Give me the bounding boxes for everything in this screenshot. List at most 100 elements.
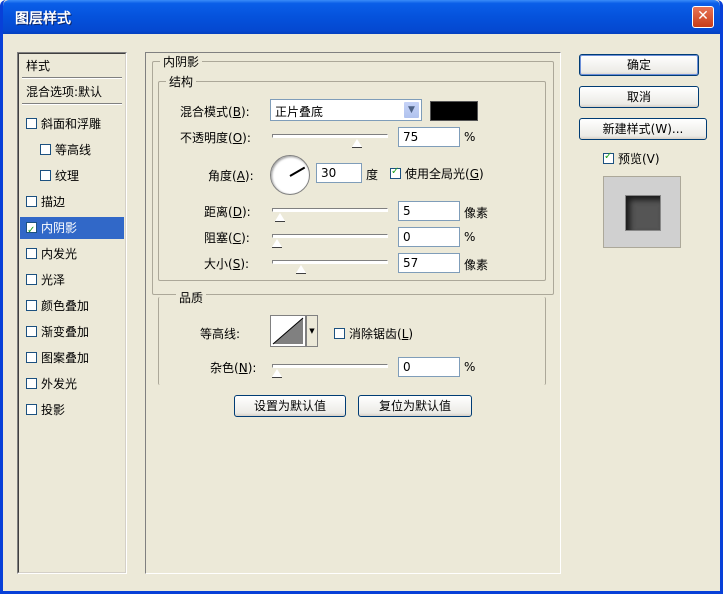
angle-dial[interactable] bbox=[270, 155, 310, 195]
size-unit: 像素 bbox=[464, 258, 489, 272]
style-item-label: 图案叠加 bbox=[41, 351, 90, 365]
opacity-slider-thumb[interactable] bbox=[351, 139, 362, 148]
style-item[interactable]: 渐变叠加 bbox=[20, 321, 124, 343]
contour-label-text: 等高线 bbox=[200, 327, 237, 341]
opacity-key: O bbox=[232, 131, 243, 145]
layer-style-dialog: 图层样式 ✕ 样式 混合选项:默认 斜面和浮雕等高线纹理描边内阴影内发光光泽颜色… bbox=[0, 0, 723, 594]
style-item-checkbox[interactable] bbox=[26, 118, 37, 129]
style-item-checkbox[interactable] bbox=[26, 326, 37, 337]
opacity-label: 不透明度(O): bbox=[180, 131, 251, 145]
preview-option[interactable]: 预览(V) bbox=[603, 150, 660, 167]
blend-options-item[interactable]: 混合选项:默认 bbox=[26, 83, 102, 100]
chevron-down-icon[interactable]: ▼ bbox=[403, 101, 420, 119]
cancel-button[interactable]: 取消 bbox=[579, 86, 699, 108]
style-item-checkbox[interactable] bbox=[26, 404, 37, 415]
style-item[interactable]: 等高线 bbox=[20, 139, 124, 161]
style-item-label: 光泽 bbox=[41, 273, 66, 287]
new-style-button[interactable]: 新建样式(W)... bbox=[579, 118, 707, 140]
size-input[interactable]: 57 bbox=[398, 253, 460, 273]
antialias-checkbox[interactable] bbox=[334, 328, 345, 339]
choke-slider-thumb[interactable] bbox=[272, 239, 282, 248]
close-button[interactable]: ✕ bbox=[692, 6, 714, 28]
choke-key: C bbox=[232, 231, 242, 245]
style-item-checkbox[interactable] bbox=[40, 144, 51, 155]
noise-slider-thumb[interactable] bbox=[272, 369, 282, 378]
style-item-checkbox[interactable] bbox=[26, 378, 37, 389]
style-item-label: 描边 bbox=[41, 195, 66, 209]
style-item[interactable]: 内发光 bbox=[20, 243, 124, 265]
reset-default-button[interactable]: 复位为默认值 bbox=[358, 395, 472, 417]
choke-slider[interactable] bbox=[272, 234, 388, 238]
style-item[interactable]: 外发光 bbox=[20, 373, 124, 395]
size-slider[interactable] bbox=[272, 260, 388, 264]
ok-button[interactable]: 确定 bbox=[579, 54, 699, 76]
distance-input[interactable]: 5 bbox=[398, 201, 460, 221]
style-item[interactable]: 内阴影 bbox=[20, 217, 124, 242]
style-item-label: 颜色叠加 bbox=[41, 299, 90, 313]
distance-slider[interactable] bbox=[272, 208, 388, 212]
style-item[interactable]: 纹理 bbox=[20, 165, 124, 187]
style-item[interactable]: 描边 bbox=[20, 191, 124, 213]
opacity-input[interactable]: 75 bbox=[398, 127, 460, 147]
style-item-checkbox[interactable] bbox=[40, 170, 51, 181]
angle-input[interactable]: 30 bbox=[316, 163, 362, 183]
angle-dial-needle bbox=[289, 166, 306, 177]
style-item-checkbox[interactable] bbox=[26, 248, 37, 259]
noise-slider[interactable] bbox=[272, 364, 388, 368]
distance-slider-thumb[interactable] bbox=[275, 213, 286, 222]
global-light-checkbox[interactable] bbox=[390, 166, 401, 179]
antialias-option[interactable]: 消除锯齿(L) bbox=[334, 325, 413, 342]
style-item[interactable]: 斜面和浮雕 bbox=[20, 113, 124, 135]
style-preview bbox=[603, 176, 681, 248]
contour-label: 等高线: bbox=[200, 327, 241, 341]
size-label: 大小(S): bbox=[204, 257, 250, 271]
choke-input[interactable]: 0 bbox=[398, 227, 460, 247]
choke-label-text: 阻塞 bbox=[204, 231, 229, 245]
angle-key: A bbox=[236, 169, 245, 183]
style-item[interactable]: 图案叠加 bbox=[20, 347, 124, 369]
blend-mode-label-text: 混合模式 bbox=[180, 105, 229, 119]
distance-unit: 像素 bbox=[464, 206, 489, 220]
contour-dropdown-button[interactable]: ▼ bbox=[306, 315, 318, 347]
style-item-label: 投影 bbox=[41, 403, 66, 417]
preview-label: 预览(V) bbox=[618, 152, 660, 166]
choke-label: 阻塞(C): bbox=[204, 231, 250, 245]
noise-unit: % bbox=[464, 360, 476, 374]
opacity-label-text: 不透明度 bbox=[180, 131, 229, 145]
contour-preview[interactable] bbox=[270, 315, 306, 347]
style-item-label: 内阴影 bbox=[41, 221, 78, 235]
blend-mode-select[interactable]: 正片叠底 ▼ bbox=[270, 99, 422, 121]
title-bar[interactable]: 图层样式 ✕ bbox=[3, 0, 720, 34]
style-item-checkbox[interactable] bbox=[26, 196, 37, 207]
set-default-button[interactable]: 设置为默认值 bbox=[234, 395, 346, 417]
style-item-label: 纹理 bbox=[55, 169, 80, 183]
style-item[interactable]: 颜色叠加 bbox=[20, 295, 124, 317]
style-item[interactable]: 光泽 bbox=[20, 269, 124, 291]
size-slider-thumb[interactable] bbox=[296, 265, 307, 274]
noise-label-text: 杂色 bbox=[210, 361, 235, 375]
opacity-slider[interactable] bbox=[272, 134, 388, 138]
blend-mode-key: B bbox=[232, 105, 241, 119]
style-item-checkbox[interactable] bbox=[26, 220, 37, 242]
style-item-label: 等高线 bbox=[55, 143, 92, 157]
size-key: S bbox=[232, 257, 241, 271]
style-item-label: 渐变叠加 bbox=[41, 325, 90, 339]
style-item-checkbox[interactable] bbox=[26, 352, 37, 363]
global-light-option[interactable]: 使用全局光(G) bbox=[390, 165, 484, 182]
size-label-text: 大小 bbox=[204, 257, 229, 271]
shadow-color-swatch[interactable] bbox=[430, 101, 478, 121]
global-light-label: 使用全局光 bbox=[405, 167, 466, 181]
style-list-header[interactable]: 样式 bbox=[26, 57, 50, 74]
antialias-label: 消除锯齿 bbox=[349, 327, 398, 341]
preview-checkbox[interactable] bbox=[603, 151, 614, 164]
noise-input[interactable]: 0 bbox=[398, 357, 460, 377]
style-item[interactable]: 投影 bbox=[20, 399, 124, 421]
style-preview-swatch bbox=[625, 195, 661, 231]
noise-key: N bbox=[238, 361, 248, 375]
style-item-checkbox[interactable] bbox=[26, 274, 37, 285]
angle-label: 角度(A): bbox=[208, 169, 254, 183]
style-list-separator bbox=[22, 103, 122, 105]
noise-label: 杂色(N): bbox=[210, 361, 257, 375]
style-list: 样式 混合选项:默认 斜面和浮雕等高线纹理描边内阴影内发光光泽颜色叠加渐变叠加图… bbox=[17, 52, 127, 574]
style-item-checkbox[interactable] bbox=[26, 300, 37, 311]
